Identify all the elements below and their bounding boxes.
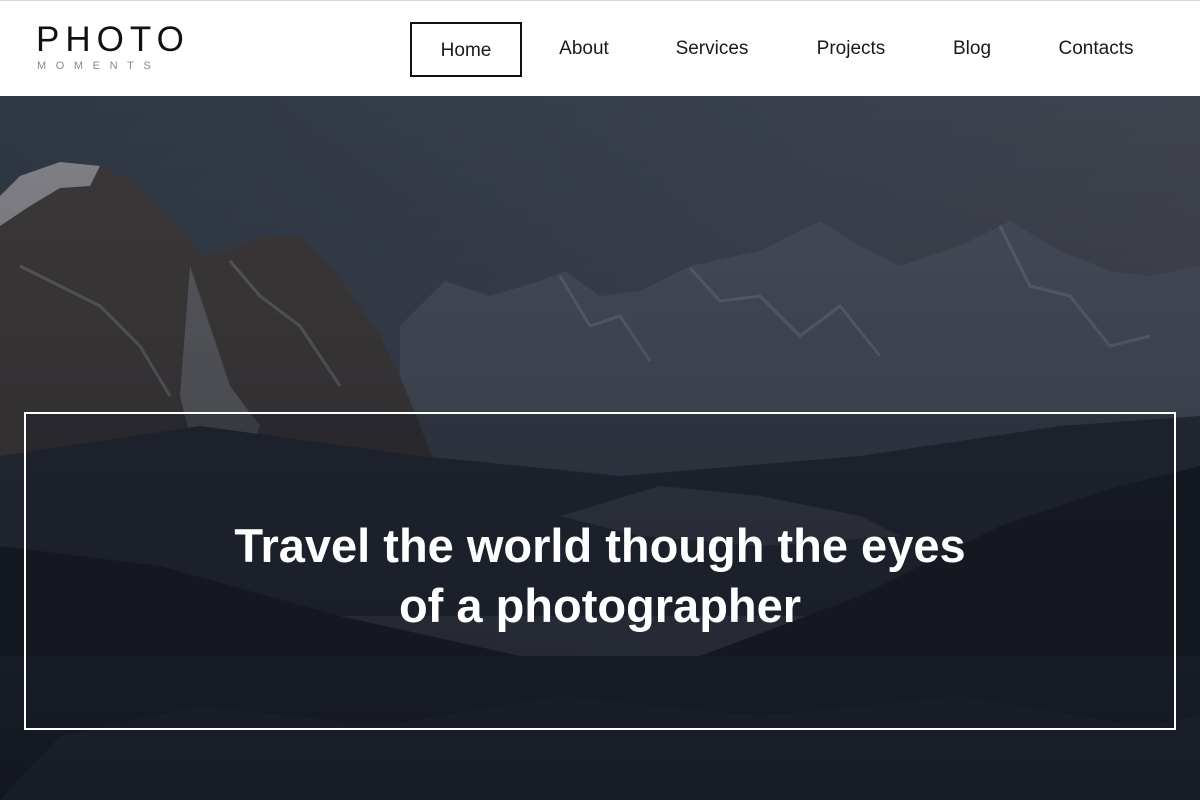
hero-headline-line-1: Travel the world though the eyes [234,519,966,572]
nav-item-services[interactable]: Services [656,22,768,77]
main-navigation: Home About Services Projects Blog Contac… [0,22,1200,77]
nav-item-contacts[interactable]: Contacts [1038,22,1154,77]
nav-item-home[interactable]: Home [410,22,522,77]
hero-caption-frame: Travel the world though the eyes of a ph… [24,412,1176,730]
hero-headline-line-2: of a photographer [398,579,802,632]
site-header: PHOTO MOMENTS Home About Services Projec… [0,0,1200,96]
nav-item-blog[interactable]: Blog [934,22,1010,77]
hero-section: Travel the world though the eyes of a ph… [0,96,1200,800]
nav-item-projects[interactable]: Projects [796,22,906,77]
hero-headline: Travel the world though the eyes of a ph… [26,516,1174,636]
nav-item-about[interactable]: About [540,22,628,77]
